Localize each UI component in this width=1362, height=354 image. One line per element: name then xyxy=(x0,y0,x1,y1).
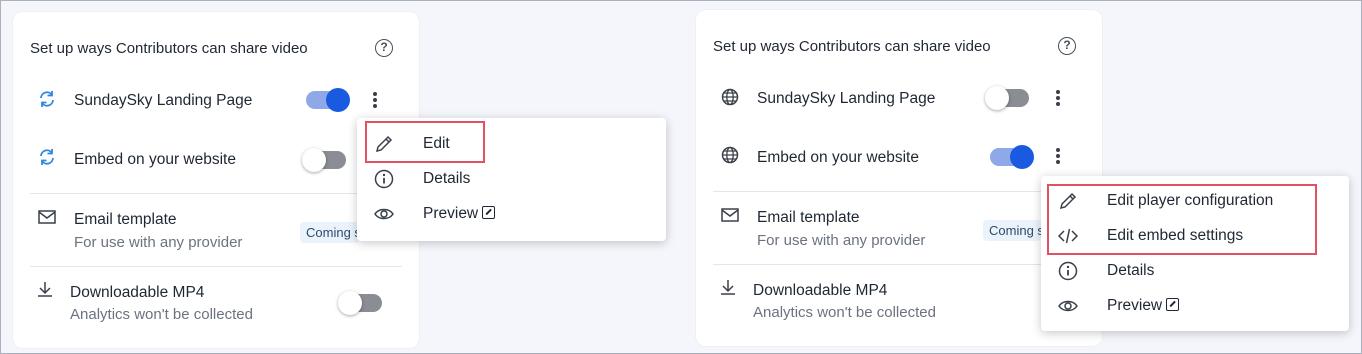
external-link-icon xyxy=(482,206,496,219)
landing-page-toggle[interactable] xyxy=(306,88,350,112)
sync-icon xyxy=(40,149,54,165)
menu-item-label: Edit embed settings xyxy=(1107,227,1244,244)
landing-page-label: SundaySky Landing Page xyxy=(74,92,253,109)
coming-soon-badge: Coming s xyxy=(983,220,1041,241)
divider xyxy=(30,266,402,267)
code-icon xyxy=(1057,228,1079,244)
eye-icon xyxy=(1058,300,1078,312)
email-template-sub: For use with any provider xyxy=(757,232,926,249)
menu-item-preview[interactable]: Preview xyxy=(1041,288,1349,323)
mp4-toggle[interactable] xyxy=(338,291,382,315)
menu-item-edit-embed-settings[interactable]: Edit embed settings xyxy=(1041,218,1349,253)
embed-website-label: Embed on your website xyxy=(757,149,919,166)
globe-icon xyxy=(721,146,739,164)
sync-icon xyxy=(40,91,54,107)
info-icon xyxy=(1058,261,1078,281)
mail-icon xyxy=(38,210,56,224)
card-title: Set up ways Contributors can share video xyxy=(30,40,308,57)
card-title: Set up ways Contributors can share video xyxy=(713,38,991,55)
help-icon[interactable]: ? xyxy=(375,39,393,57)
mail-icon xyxy=(721,208,739,222)
menu-item-label: Preview xyxy=(1107,297,1180,315)
mp4-sub: Analytics won't be collected xyxy=(753,304,936,321)
menu-item-label: Preview xyxy=(423,205,496,223)
more-options-icon[interactable] xyxy=(370,90,380,110)
mp4-label: Downloadable MP4 xyxy=(753,282,888,299)
menu-item-preview[interactable]: Preview xyxy=(357,196,666,231)
divider xyxy=(30,193,402,194)
email-template-label: Email template xyxy=(757,209,860,226)
globe-icon xyxy=(721,88,739,106)
embed-website-toggle[interactable] xyxy=(302,148,346,172)
eye-icon xyxy=(374,208,394,220)
menu-item-details[interactable]: Details xyxy=(1041,253,1349,288)
pencil-icon xyxy=(1059,192,1077,210)
info-icon xyxy=(374,169,394,189)
embed-website-label: Embed on your website xyxy=(74,151,236,168)
pencil-icon xyxy=(375,135,393,153)
menu-item-edit-player-configuration[interactable]: Edit player configuration xyxy=(1041,183,1349,218)
coming-soon-badge: Coming s xyxy=(300,222,360,243)
email-template-sub: For use with any provider xyxy=(74,234,243,251)
mp4-sub: Analytics won't be collected xyxy=(70,306,253,323)
download-icon xyxy=(38,282,52,297)
row-options-menu: Edit Details Preview xyxy=(357,118,666,241)
email-template-label: Email template xyxy=(74,211,177,228)
download-icon xyxy=(721,280,735,295)
menu-item-label: Details xyxy=(1107,262,1155,279)
landing-page-toggle[interactable] xyxy=(985,86,1029,110)
row-options-menu: Edit player configuration Edit embed set… xyxy=(1041,176,1349,331)
help-icon[interactable]: ? xyxy=(1058,37,1076,55)
menu-item-label: Details xyxy=(423,170,471,187)
menu-item-label: Edit player configuration xyxy=(1107,192,1274,209)
more-options-icon[interactable] xyxy=(1053,146,1063,166)
landing-page-label: SundaySky Landing Page xyxy=(757,90,936,107)
divider xyxy=(713,191,1043,192)
menu-item-details[interactable]: Details xyxy=(357,161,666,196)
mp4-label: Downloadable MP4 xyxy=(70,284,205,301)
more-options-icon[interactable] xyxy=(1053,88,1063,108)
embed-website-toggle[interactable] xyxy=(990,145,1034,169)
external-link-icon xyxy=(1166,298,1180,311)
menu-item-edit[interactable]: Edit xyxy=(357,126,666,161)
menu-item-label: Edit xyxy=(423,135,450,152)
divider xyxy=(713,264,1043,265)
